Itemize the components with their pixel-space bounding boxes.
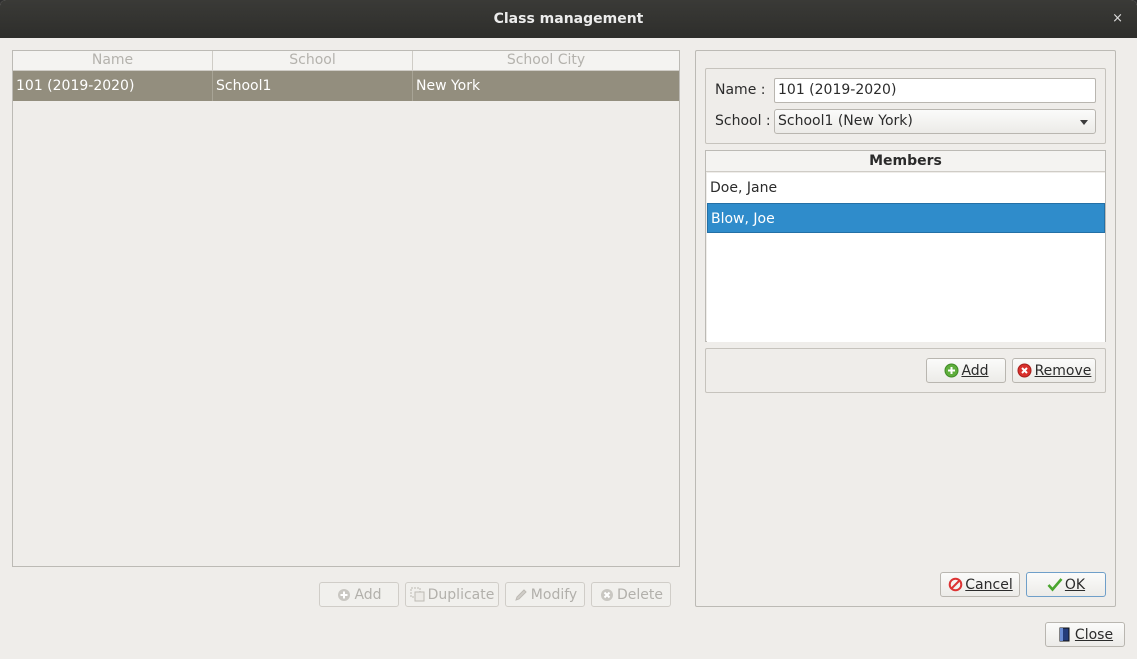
add-class-label: Add	[354, 586, 382, 603]
close-label: Close	[1074, 626, 1114, 643]
cancel-button[interactable]: Cancel	[940, 572, 1020, 597]
add-circle-icon	[943, 363, 959, 379]
column-header-school[interactable]: School	[213, 51, 413, 70]
remove-circle-icon	[1017, 363, 1033, 379]
delete-circle-icon	[599, 587, 615, 603]
table-header: Name School School City	[13, 51, 679, 71]
checkmark-icon	[1047, 577, 1063, 593]
table-row[interactable]: 101 (2019-2020) School1 New York	[13, 71, 679, 101]
name-field[interactable]: 101 (2019-2020)	[774, 78, 1096, 103]
add-member-button[interactable]: Add	[926, 358, 1006, 383]
classes-table[interactable]: Name School School City 101 (2019-2020) …	[12, 50, 680, 567]
members-list-box: Members Doe, Jane Blow, Joe	[705, 150, 1106, 342]
cell-school: School1	[213, 71, 413, 101]
list-item[interactable]: Blow, Joe	[707, 203, 1105, 233]
close-button[interactable]: Close	[1045, 622, 1125, 647]
members-header: Members	[706, 151, 1105, 172]
column-header-name[interactable]: Name	[13, 51, 213, 70]
cell-name: 101 (2019-2020)	[13, 71, 213, 101]
door-icon	[1057, 627, 1073, 643]
cell-city: New York	[416, 78, 481, 94]
ok-button[interactable]: OK	[1026, 572, 1106, 597]
duplicate-class-button[interactable]: Duplicate	[405, 582, 499, 607]
modify-class-label: Modify	[530, 586, 578, 603]
list-item[interactable]: Doe, Jane	[707, 173, 1105, 203]
delete-class-button[interactable]: Delete	[591, 582, 671, 607]
add-member-label: Add	[961, 362, 989, 379]
members-list[interactable]: Doe, Jane Blow, Joe	[707, 173, 1105, 342]
chevron-down-icon	[1080, 120, 1088, 125]
title-bar: Class management ×	[0, 0, 1137, 38]
class-management-window: Class management × Name School School Ci…	[0, 0, 1137, 659]
school-select-value: School1 (New York)	[778, 113, 913, 129]
window-title: Class management	[493, 11, 644, 27]
remove-member-label: Remove	[1034, 362, 1092, 379]
cancel-label: Cancel	[965, 576, 1013, 593]
column-header-school-city[interactable]: School City	[413, 51, 679, 70]
delete-class-label: Delete	[617, 586, 663, 603]
add-circle-icon	[336, 587, 352, 603]
pencil-icon	[513, 587, 529, 603]
modify-class-button[interactable]: Modify	[505, 582, 585, 607]
cancel-icon	[947, 577, 963, 593]
duplicate-icon	[410, 587, 426, 603]
school-label: School :	[715, 113, 771, 129]
school-select[interactable]: School1 (New York)	[774, 109, 1096, 134]
remove-member-button[interactable]: Remove	[1012, 358, 1096, 383]
window-close-icon[interactable]: ×	[1112, 11, 1123, 26]
name-label: Name :	[715, 82, 766, 98]
ok-label: OK	[1064, 576, 1086, 593]
add-class-button[interactable]: Add	[319, 582, 399, 607]
duplicate-class-label: Duplicate	[427, 586, 495, 603]
